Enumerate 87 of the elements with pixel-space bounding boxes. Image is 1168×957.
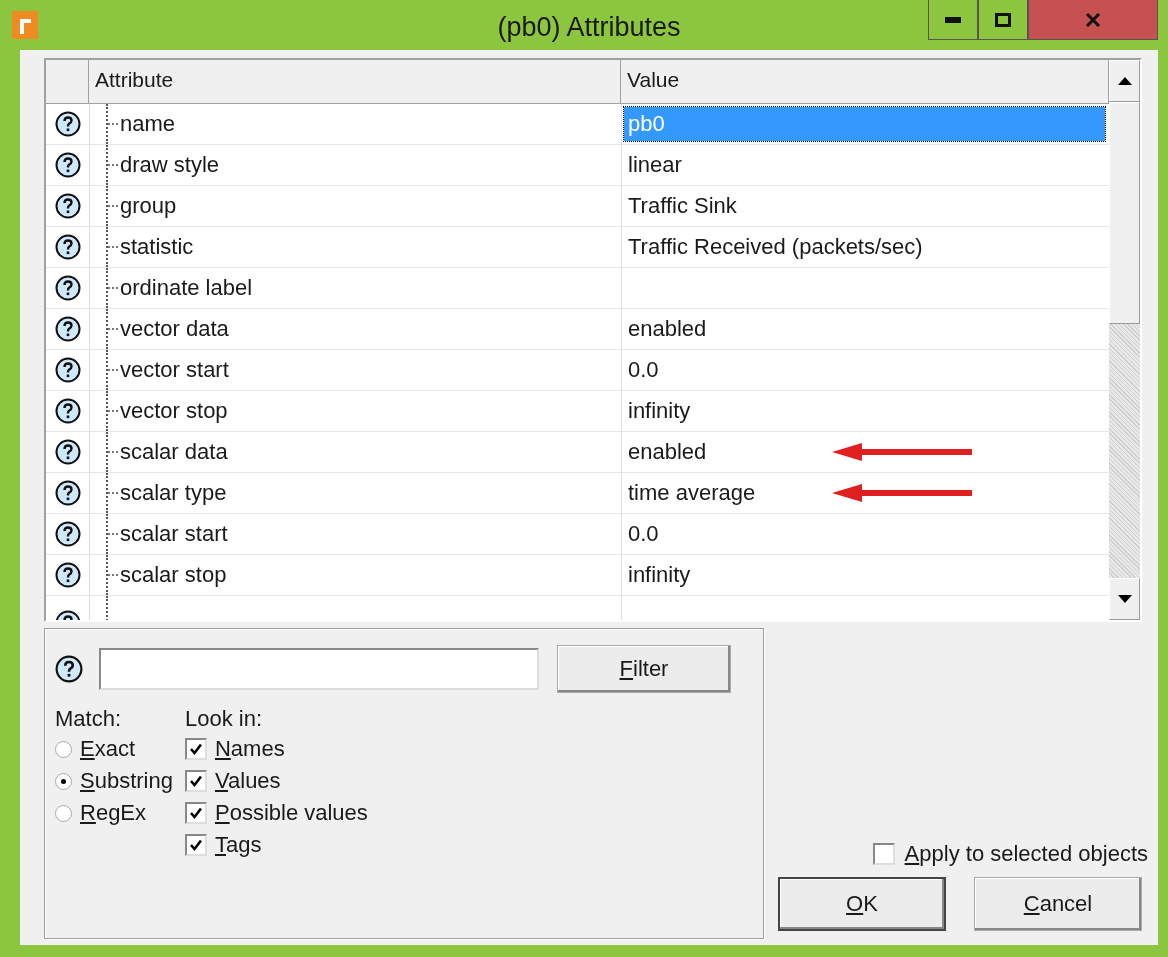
checkbox[interactable] bbox=[184, 770, 207, 792]
scrollbar[interactable] bbox=[1109, 60, 1140, 620]
help-icon bbox=[54, 193, 81, 219]
match-label: Match: bbox=[55, 705, 123, 733]
radio-option[interactable]: Exact bbox=[55, 733, 173, 765]
table-row[interactable]: vector start 0.0 bbox=[46, 350, 1109, 391]
down-arrow-icon bbox=[1117, 595, 1132, 603]
checkbox[interactable] bbox=[184, 738, 207, 760]
help-icon bbox=[54, 480, 81, 506]
scroll-up-button[interactable] bbox=[1109, 60, 1140, 102]
checkbox[interactable] bbox=[872, 843, 895, 865]
table-row[interactable]: vector data enabled bbox=[46, 309, 1109, 350]
attribute-name: statistic bbox=[120, 234, 194, 260]
scroll-thumb[interactable] bbox=[1109, 102, 1140, 324]
help-icon bbox=[54, 562, 81, 588]
attribute-value[interactable]: enabled bbox=[624, 312, 1105, 346]
minimize-icon bbox=[945, 16, 961, 23]
radio-button[interactable] bbox=[55, 740, 72, 758]
help-icon bbox=[54, 439, 81, 465]
window-title: (pb0) Attributes bbox=[497, 12, 681, 43]
checkbox[interactable] bbox=[184, 802, 207, 824]
table-row[interactable]: statistic Traffic Received (packets/sec) bbox=[46, 227, 1109, 268]
table-row[interactable]: scalar stop infinity bbox=[46, 555, 1109, 596]
help-icon bbox=[54, 234, 81, 260]
attribute-value[interactable]: 0.0 bbox=[624, 517, 1105, 551]
table-row[interactable]: scalar type time average bbox=[46, 473, 1109, 514]
close-icon bbox=[1085, 12, 1101, 27]
check-icon bbox=[188, 742, 203, 756]
attribute-name: ordinate label bbox=[120, 275, 253, 301]
filter-input[interactable] bbox=[99, 648, 539, 690]
attribute-value[interactable]: infinity bbox=[624, 394, 1105, 428]
help-icon bbox=[54, 316, 81, 342]
help-icon bbox=[55, 655, 83, 683]
attribute-name: vector start bbox=[120, 357, 229, 383]
table-row[interactable]: scalar start 0.0 bbox=[46, 514, 1109, 555]
help-icon bbox=[54, 521, 81, 547]
radio-button[interactable] bbox=[55, 772, 72, 790]
table-row[interactable]: scalar data enabled bbox=[46, 432, 1109, 473]
help-icon bbox=[54, 152, 81, 178]
attribute-value[interactable]: Traffic Received (packets/sec) bbox=[624, 230, 1105, 264]
checkbox-option[interactable]: Possible values bbox=[184, 797, 368, 829]
ok-button[interactable]: OK bbox=[778, 877, 946, 931]
filter-button[interactable]: Filter bbox=[557, 645, 731, 693]
attribute-value[interactable]: 0.0 bbox=[624, 353, 1105, 387]
check-icon bbox=[188, 806, 203, 820]
help-icon bbox=[54, 111, 81, 137]
scroll-down-button[interactable] bbox=[1109, 578, 1140, 620]
attribute-name: name bbox=[120, 111, 176, 137]
apply-option[interactable]: Apply to selected objects bbox=[872, 841, 1148, 867]
attribute-value[interactable]: time average bbox=[624, 476, 1105, 510]
look-in-label: Look in: bbox=[184, 705, 264, 733]
radio-option[interactable]: RegEx bbox=[55, 797, 173, 829]
attribute-name: scalar stop bbox=[120, 562, 227, 588]
app-icon bbox=[12, 11, 38, 39]
cancel-button[interactable]: Cancel bbox=[974, 877, 1142, 931]
checkbox-option[interactable]: Names bbox=[184, 733, 368, 765]
radio-option[interactable]: Substring bbox=[55, 765, 173, 797]
help-icon bbox=[54, 357, 81, 383]
radio-button[interactable] bbox=[55, 804, 72, 822]
attribute-name: scalar type bbox=[120, 480, 227, 506]
table-row[interactable]: draw style linear bbox=[46, 145, 1109, 186]
attribute-name: vector data bbox=[120, 316, 229, 342]
attribute-value[interactable]: Traffic Sink bbox=[624, 189, 1105, 223]
checkbox[interactable] bbox=[184, 834, 207, 856]
attribute-name: group bbox=[120, 193, 177, 219]
column-header[interactable]: Attribute bbox=[89, 60, 621, 104]
table-row[interactable]: name pb0 bbox=[46, 104, 1109, 145]
attribute-name: scalar start bbox=[120, 521, 228, 547]
attribute-name: scalar data bbox=[120, 439, 228, 465]
attribute-name: vector stop bbox=[120, 398, 228, 424]
attribute-value[interactable]: enabled bbox=[624, 435, 1105, 469]
table-row[interactable]: group Traffic Sink bbox=[46, 186, 1109, 227]
table-row[interactable]: vector stop infinity bbox=[46, 391, 1109, 432]
attribute-name: draw style bbox=[120, 152, 220, 178]
check-icon bbox=[188, 774, 203, 788]
maximize-icon bbox=[995, 12, 1011, 27]
check-icon bbox=[188, 838, 203, 852]
help-icon bbox=[54, 398, 81, 424]
checkbox-option[interactable]: Values bbox=[184, 765, 368, 797]
minimize-button[interactable] bbox=[928, 0, 978, 40]
attribute-value[interactable]: linear bbox=[624, 148, 1105, 182]
help-icon bbox=[54, 275, 81, 301]
table-row[interactable]: ordinate label bbox=[46, 268, 1109, 309]
checkbox-option[interactable]: Tags bbox=[184, 829, 368, 861]
column-header[interactable]: Value bbox=[621, 60, 1109, 104]
attribute-value[interactable]: infinity bbox=[624, 558, 1105, 592]
up-arrow-icon bbox=[1117, 77, 1132, 85]
